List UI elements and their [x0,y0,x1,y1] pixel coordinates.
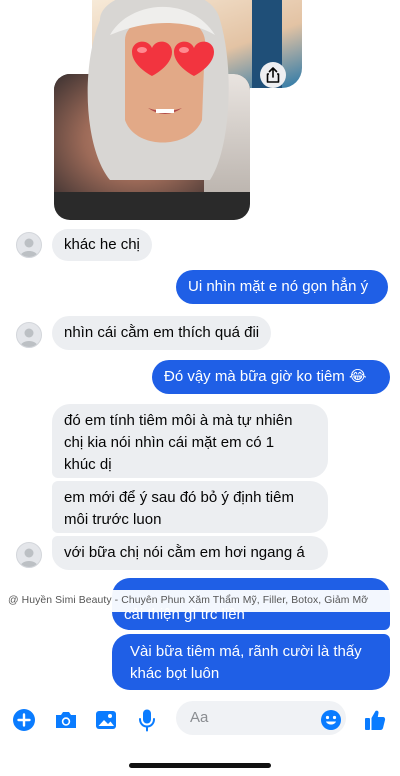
contact-avatar[interactable] [16,542,42,568]
thumbs-up-icon [365,710,386,730]
message-line: khác bọt luôn [130,665,220,682]
share-button[interactable] [260,62,286,88]
microphone-button[interactable] [133,706,161,734]
home-indicator [129,763,271,768]
message-bubble-outgoing[interactable]: Đó vậy mà bữa giờ ko tiêm 😂 [152,360,390,394]
share-icon [266,67,280,83]
message-bubble-outgoing[interactable]: Vài bữa tiêm má, rãnh cười là thấy khác … [112,634,390,690]
message-line: khúc dị [64,456,112,473]
message-line: Vài bữa tiêm má, rãnh cười là thấy [130,643,362,660]
shared-photo[interactable] [50,0,302,220]
plus-button[interactable] [10,706,38,734]
message-input-placeholder: Aa [190,709,209,726]
emoji-button[interactable] [317,706,345,734]
watermark-banner: @ Huyền Simi Beauty - Chuyên Phun Xăm Th… [0,590,400,612]
contact-avatar[interactable] [16,322,42,348]
image-icon [96,711,116,729]
camera-button[interactable] [52,706,80,734]
like-button[interactable] [361,706,389,734]
person-icon [20,328,38,347]
gallery-button[interactable] [92,706,120,734]
message-text: khác he chị [64,236,140,253]
message-bubble-incoming[interactable]: đó em tính tiêm môi à mà tự nhiên chị ki… [52,404,328,478]
message-line: môi trước luon [64,511,162,528]
message-bubble-incoming[interactable]: em mới để ý sau đó bỏ ý định tiêm môi tr… [52,481,328,533]
camera-icon [56,712,76,728]
message-text: nhìn cái cằm em thích quá đii [64,324,260,341]
message-bubble-incoming[interactable]: nhìn cái cằm em thích quá đii [52,316,272,350]
message-bubble-incoming[interactable]: khác he chị [52,229,152,261]
contact-avatar[interactable] [16,232,42,258]
message-line: chị kia nói nhìn cái mặt em có 1 [64,434,275,451]
microphone-icon [139,709,155,732]
plus-icon [13,709,35,731]
message-line: đó em tính tiêm môi à mà tự nhiên [64,412,293,429]
message-line: em mới để ý sau đó bỏ ý định tiêm [64,489,294,506]
message-text: Đó vậy mà bữa giờ ko tiêm 😂 [164,368,367,385]
message-bubble-incoming[interactable]: với bữa chị nói cằm em hơi ngang á [52,536,328,570]
message-text: với bữa chị nói cằm em hơi ngang á [64,544,305,561]
emoji-icon [321,710,341,730]
person-icon [20,238,38,257]
message-bubble-outgoing[interactable]: Ui nhìn mặt e nó gọn hẳn ý [176,270,388,304]
message-text: Ui nhìn mặt e nó gọn hẳn ý [188,278,369,295]
avatar-sticker-image [87,0,229,180]
person-icon [20,548,38,567]
message-composer: Aa [0,696,400,746]
